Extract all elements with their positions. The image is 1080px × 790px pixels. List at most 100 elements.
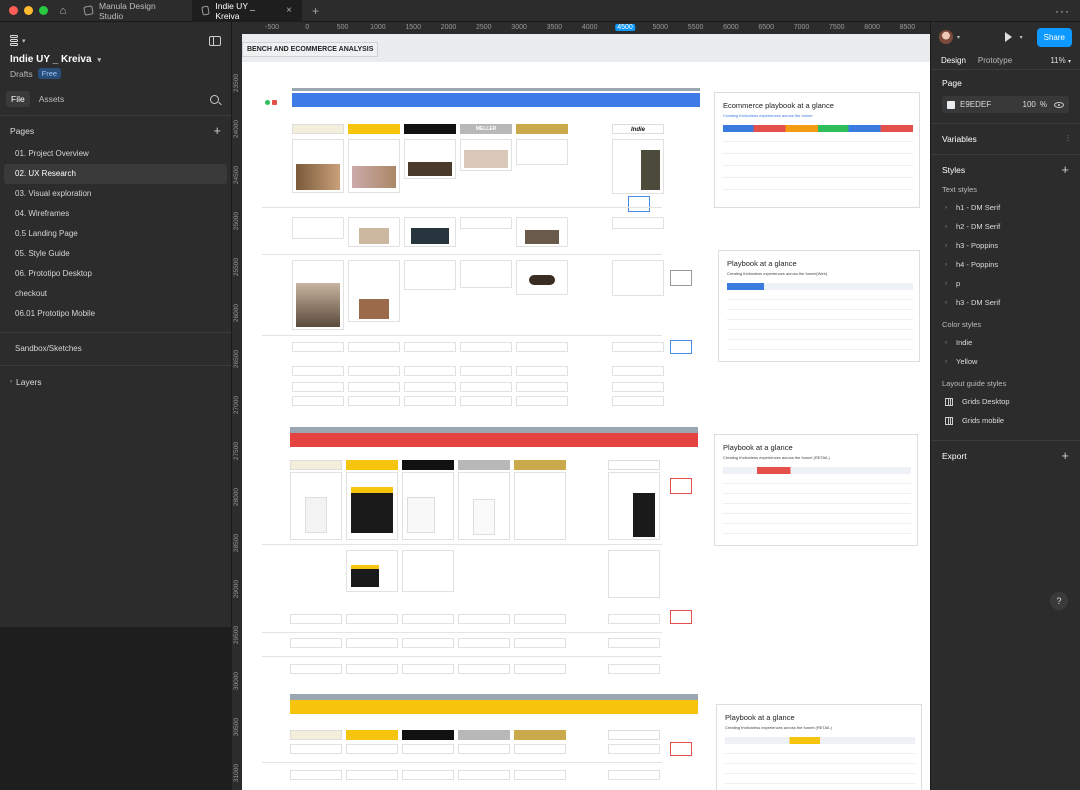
ruler-tick-label: 1500 [405, 24, 421, 31]
page-item[interactable]: 01. Project Overview [4, 144, 227, 164]
ruler-tick-label: 24000 [233, 120, 240, 139]
research-card [292, 139, 344, 193]
page-item[interactable]: 05. Style Guide [4, 244, 227, 264]
research-card [514, 472, 566, 540]
research-row [514, 614, 566, 624]
page-item-sandbox[interactable]: Sandbox/Sketches [4, 339, 227, 359]
research-row [514, 664, 566, 674]
page-item[interactable]: 04. Wireframes [4, 204, 227, 224]
export-header[interactable]: Export + [931, 441, 1080, 462]
tab-assets[interactable]: Assets [34, 91, 70, 107]
text-style-item[interactable]: › h3 - DM Serif [931, 293, 1080, 312]
brand-tile [290, 730, 342, 740]
page-item[interactable]: 02. UX Research [4, 164, 227, 184]
frame-label[interactable]: BENCH AND ECOMMERCE ANALYSIS [242, 42, 379, 57]
close-tab-icon[interactable]: × [286, 5, 292, 16]
add-page-button[interactable]: + [213, 124, 221, 137]
close-window-button[interactable] [9, 6, 18, 15]
page-color-field[interactable]: E9EDEF 100 % [942, 96, 1069, 113]
tab-prototype[interactable]: Prototype [973, 53, 1017, 68]
eye-icon[interactable] [1054, 101, 1064, 108]
zoom-dropdown[interactable]: 11% ▾ [1050, 56, 1075, 65]
color-swatch[interactable] [947, 100, 955, 109]
avatar[interactable] [939, 30, 953, 44]
brand-tile [514, 460, 566, 470]
brand-tile [292, 124, 344, 134]
playbook-card-2[interactable]: Playbook at a glance Creating frictionle… [718, 250, 920, 362]
research-card [290, 472, 342, 540]
chevron-down-icon[interactable]: ▾ [957, 34, 960, 41]
color-style-item[interactable]: › Indie [931, 333, 1080, 352]
toggle-sidebar-icon[interactable] [209, 35, 221, 46]
research-row [458, 664, 510, 674]
present-play-icon[interactable] [1004, 32, 1012, 42]
chevron-down-icon[interactable]: ▾ [1020, 34, 1023, 41]
ruler-tick-label: 3000 [511, 24, 527, 31]
research-row [290, 770, 342, 780]
search-icon[interactable] [210, 94, 219, 104]
playbook-card-3[interactable]: Playbook at a glance Creating frictionle… [714, 434, 918, 546]
research-row [404, 342, 456, 352]
tab-indie-uy-kreiva[interactable]: Indie UY _ Kreiva × [192, 0, 302, 22]
text-style-item[interactable]: › p [931, 274, 1080, 293]
layers-header[interactable]: › Layers [0, 372, 231, 392]
research-row [404, 366, 456, 376]
add-style-button[interactable]: + [1061, 163, 1069, 176]
text-style-item[interactable]: › h2 - DM Serif [931, 217, 1080, 236]
research-row [348, 342, 400, 352]
variables-icon[interactable]: ⫶ [1067, 134, 1069, 144]
page-item[interactable]: 0.5 Landing Page [4, 224, 227, 244]
ruler-tick-label: 4500 [615, 24, 635, 31]
research-row [346, 744, 398, 754]
research-row [348, 366, 400, 376]
research-row [612, 342, 664, 352]
playbook-card-4[interactable]: Playbook at a glance Creating frictionle… [716, 704, 922, 790]
research-card [460, 217, 512, 229]
research-row [612, 396, 664, 406]
chevron-right-icon: › [945, 358, 947, 365]
tab-file[interactable]: File [6, 91, 30, 107]
research-row [404, 382, 456, 392]
playbook-card-1[interactable]: Ecommerce playbook at a glance Creating … [714, 92, 920, 208]
file-title[interactable]: Indie UY _ Kreiva ▾ [0, 50, 231, 65]
left-panel: ▾ Indie UY _ Kreiva ▾ Drafts Free File A… [0, 22, 232, 627]
minimize-window-button[interactable] [24, 6, 33, 15]
page-item[interactable]: 03. Visual exploration [4, 184, 227, 204]
home-icon[interactable]: ⌂ [52, 0, 74, 22]
right-tabs: Design Prototype 11% ▾ [931, 52, 1080, 70]
research-row [458, 744, 510, 754]
ruler-tick-label: 29500 [233, 626, 240, 645]
ruler-tick-label: 31000 [233, 764, 240, 783]
research-row [608, 614, 660, 624]
brand-tile [608, 730, 660, 740]
variables-header[interactable]: Variables ⫶ [931, 124, 1080, 144]
help-button[interactable]: ? [1050, 592, 1068, 610]
page-item[interactable]: 06.01 Prototipo Mobile [4, 304, 227, 324]
text-style-item[interactable]: › h1 - DM Serif [931, 198, 1080, 217]
add-export-button[interactable]: + [1061, 449, 1069, 462]
bench-board[interactable]: MELLER Indie Ecommerce playbook at a gla… [242, 62, 930, 790]
layout-style-item[interactable]: Grids Desktop [931, 392, 1080, 411]
grid-icon [945, 416, 953, 425]
tab-design[interactable]: Design [936, 53, 971, 68]
text-style-item[interactable]: › h4 - Poppins [931, 255, 1080, 274]
color-style-item[interactable]: › Yellow [931, 352, 1080, 371]
chevron-right-icon: › [945, 280, 947, 287]
share-button[interactable]: Share [1036, 27, 1072, 47]
research-row [402, 664, 454, 674]
brand-tile [404, 124, 456, 134]
page-item[interactable]: 06. Prototipo Desktop [4, 264, 227, 284]
research-card [292, 260, 344, 330]
text-style-item[interactable]: › h3 - Poppins [931, 236, 1080, 255]
page-item[interactable]: checkout [4, 284, 227, 304]
more-icon[interactable]: ··· [1055, 4, 1080, 18]
chevron-right-icon: › [945, 299, 947, 306]
new-tab-button[interactable]: + [302, 4, 329, 18]
main-menu-button[interactable]: ▾ [10, 34, 26, 47]
ruler-tick-label: 4000 [581, 24, 598, 31]
tab-manula-design-studio[interactable]: Manula Design Studio [74, 0, 192, 22]
brand-tile [346, 460, 398, 470]
maximize-window-button[interactable] [39, 6, 48, 15]
layout-style-item[interactable]: Grids mobile [931, 411, 1080, 430]
canvas[interactable]: -500 0 500 1000 1500 2000 2500 3000 3500 4000 4500… [232, 22, 930, 790]
